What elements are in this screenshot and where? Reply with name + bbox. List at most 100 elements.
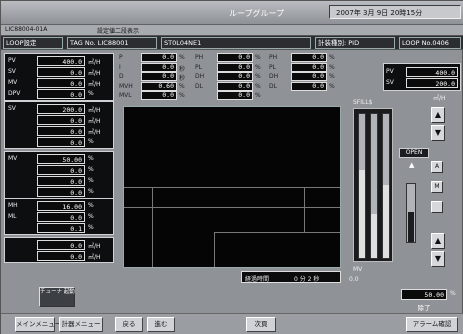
datetime-box: 2007年 3月 9日 20時15分 <box>329 5 461 19</box>
alarm-confirm-button[interactable]: アラーム確認 <box>406 317 458 332</box>
pid-label: DH <box>269 73 279 80</box>
value-unit: ㎥/H <box>88 107 101 114</box>
auto-mode-button[interactable]: A <box>431 161 443 173</box>
pid-value[interactable]: 0.0 <box>291 62 327 72</box>
title-bar: ループグループ 2007年 3月 9日 20時15分 <box>1 1 463 25</box>
value-label: DPV <box>8 90 21 97</box>
mv-value: 50.00 <box>401 289 447 300</box>
pid-value[interactable]: 0.0 <box>217 53 253 62</box>
value-field[interactable]: 0.0 <box>37 126 85 136</box>
mv-up-button[interactable]: ▲ <box>431 233 445 249</box>
pid-value[interactable]: 0.0 <box>291 72 327 81</box>
value-unit: ㎥/H <box>88 118 101 125</box>
elapsed-time: 経過時間 0 分 2 秒 <box>241 271 341 283</box>
sv-label: SV <box>386 79 394 86</box>
pid-unit: % <box>179 82 185 90</box>
pid-unit: % <box>329 73 335 80</box>
window-title: ループグループ <box>229 9 285 18</box>
value-block: PV 400.0 ㎥/H SV 0.0 ㎥/H MV 0.0 ㎥/H DPV 0.0% <box>4 53 114 101</box>
valve-open-indicator: OPEN <box>399 148 429 158</box>
instrument-menu-button[interactable]: 計器メニュー <box>59 317 103 332</box>
value-field[interactable]: 0.0 <box>37 115 85 125</box>
pid-value[interactable]: 0.0 <box>217 81 253 91</box>
mv-unit: % <box>450 290 456 297</box>
pid-value[interactable]: 0.0 <box>291 53 327 62</box>
cascade-mode-button[interactable] <box>431 201 443 213</box>
value-field[interactable]: 0.0 <box>37 165 85 175</box>
value-unit: % <box>88 224 94 231</box>
value-field[interactable]: 0.1 <box>37 223 85 233</box>
pid-grid: P 0.0% PH 0.0% PH 0.0% I 0.0 秒 PL 0.0% PL 0.0% D 0.0 秒 D… <box>119 53 345 103</box>
pv-unit: ㎥/H <box>433 95 446 102</box>
pid-value[interactable]: 0.0 <box>217 62 253 72</box>
mv-bar <box>382 113 390 259</box>
pid-unit: % <box>255 73 261 80</box>
pid-value[interactable]: 0.0 <box>141 91 177 100</box>
pid-unit: % <box>255 63 261 71</box>
window-tab[interactable]: LIC88004-01A <box>5 26 47 33</box>
pid-value[interactable]: 0.60 <box>141 81 177 91</box>
value-label: MH <box>8 202 18 209</box>
manual-mode-button[interactable]: M <box>431 181 443 193</box>
bar-graph-frame <box>353 108 393 262</box>
graph-gridline <box>214 232 215 267</box>
value-field[interactable]: 400.0 <box>37 56 85 66</box>
value-field[interactable]: 0.0 <box>37 67 85 77</box>
sv-up-button[interactable]: ▲ <box>431 107 445 123</box>
pid-value[interactable]: 0.0 <box>141 53 177 62</box>
sv-value: 200.0 <box>406 78 458 88</box>
pid-label: DH <box>195 73 205 80</box>
value-unit: % <box>88 202 94 209</box>
value-label: MV <box>8 79 18 86</box>
value-field[interactable]: 16.00 <box>37 201 85 211</box>
value-unit: ㎥/H <box>88 129 101 136</box>
value-field[interactable]: 0.0 <box>37 176 85 186</box>
pid-label: MVL <box>119 92 132 99</box>
value-field[interactable]: 0.0 <box>37 89 85 99</box>
pid-label: I <box>119 63 121 71</box>
pid-label: PH <box>195 54 204 61</box>
value-label: ML <box>8 213 17 220</box>
back-button[interactable]: 戻る <box>115 317 143 332</box>
pid-label: DL <box>195 82 203 90</box>
pid-label: MVH <box>119 82 133 90</box>
bottom-nav: メインメニュー 計器メニュー 戻る 進む 次頁 アラーム確認 <box>1 313 463 334</box>
pid-value[interactable]: 0.0 <box>217 91 253 100</box>
status-text: 除了 <box>417 304 431 312</box>
elapsed-value: 0 分 2 秒 <box>294 276 320 283</box>
pid-value[interactable]: 0.0 <box>291 81 327 91</box>
value-field[interactable]: 0.0 <box>37 240 85 250</box>
loop-header: LOOP設定 TAG No. LIC88001 ST0L04NE1 計装種別: … <box>1 35 463 50</box>
pid-label: P <box>119 54 123 61</box>
value-label: SV <box>8 68 16 75</box>
control-mode: 計装種別: PID <box>315 37 395 49</box>
pid-unit: % <box>255 54 261 61</box>
mv-down-button[interactable]: ▼ <box>431 251 445 267</box>
pid-label: PL <box>269 63 276 71</box>
pid-value[interactable]: 0.0 <box>141 62 177 72</box>
value-field[interactable]: 0.0 <box>37 187 85 197</box>
pid-unit: % <box>179 54 185 61</box>
value-unit: ㎥/H <box>88 243 101 250</box>
main-menu-button[interactable]: メインメニュー <box>15 317 61 332</box>
pid-unit: 秒 <box>179 75 186 82</box>
pv-bar-fill <box>359 170 365 258</box>
value-block: 0.0 ㎥/H 0.0 ㎥/H <box>4 237 114 263</box>
pid-value[interactable]: 0.0 <box>141 72 177 81</box>
tuning-button[interactable]: チューナ 起動 <box>39 287 75 307</box>
pv-sv-display: PV 400.0 SV 200.0 <box>383 63 461 91</box>
value-field[interactable]: 0.0 <box>37 212 85 222</box>
value-field[interactable]: 200.0 <box>37 104 85 114</box>
value-field[interactable]: 0.0 <box>37 137 85 147</box>
sv-bar-fill <box>371 214 377 258</box>
value-field[interactable]: 50.00 <box>37 154 85 164</box>
value-unit: % <box>88 213 94 220</box>
pid-value[interactable]: 0.0 <box>217 72 253 81</box>
next-page-button[interactable]: 次頁 <box>246 317 276 332</box>
sv-down-button[interactable]: ▼ <box>431 125 445 141</box>
forward-button[interactable]: 進む <box>147 317 175 332</box>
value-unit: % <box>88 166 94 173</box>
value-field[interactable]: 0.0 <box>37 78 85 88</box>
value-label: PV <box>8 57 16 64</box>
value-field[interactable]: 0.0 <box>37 251 85 261</box>
